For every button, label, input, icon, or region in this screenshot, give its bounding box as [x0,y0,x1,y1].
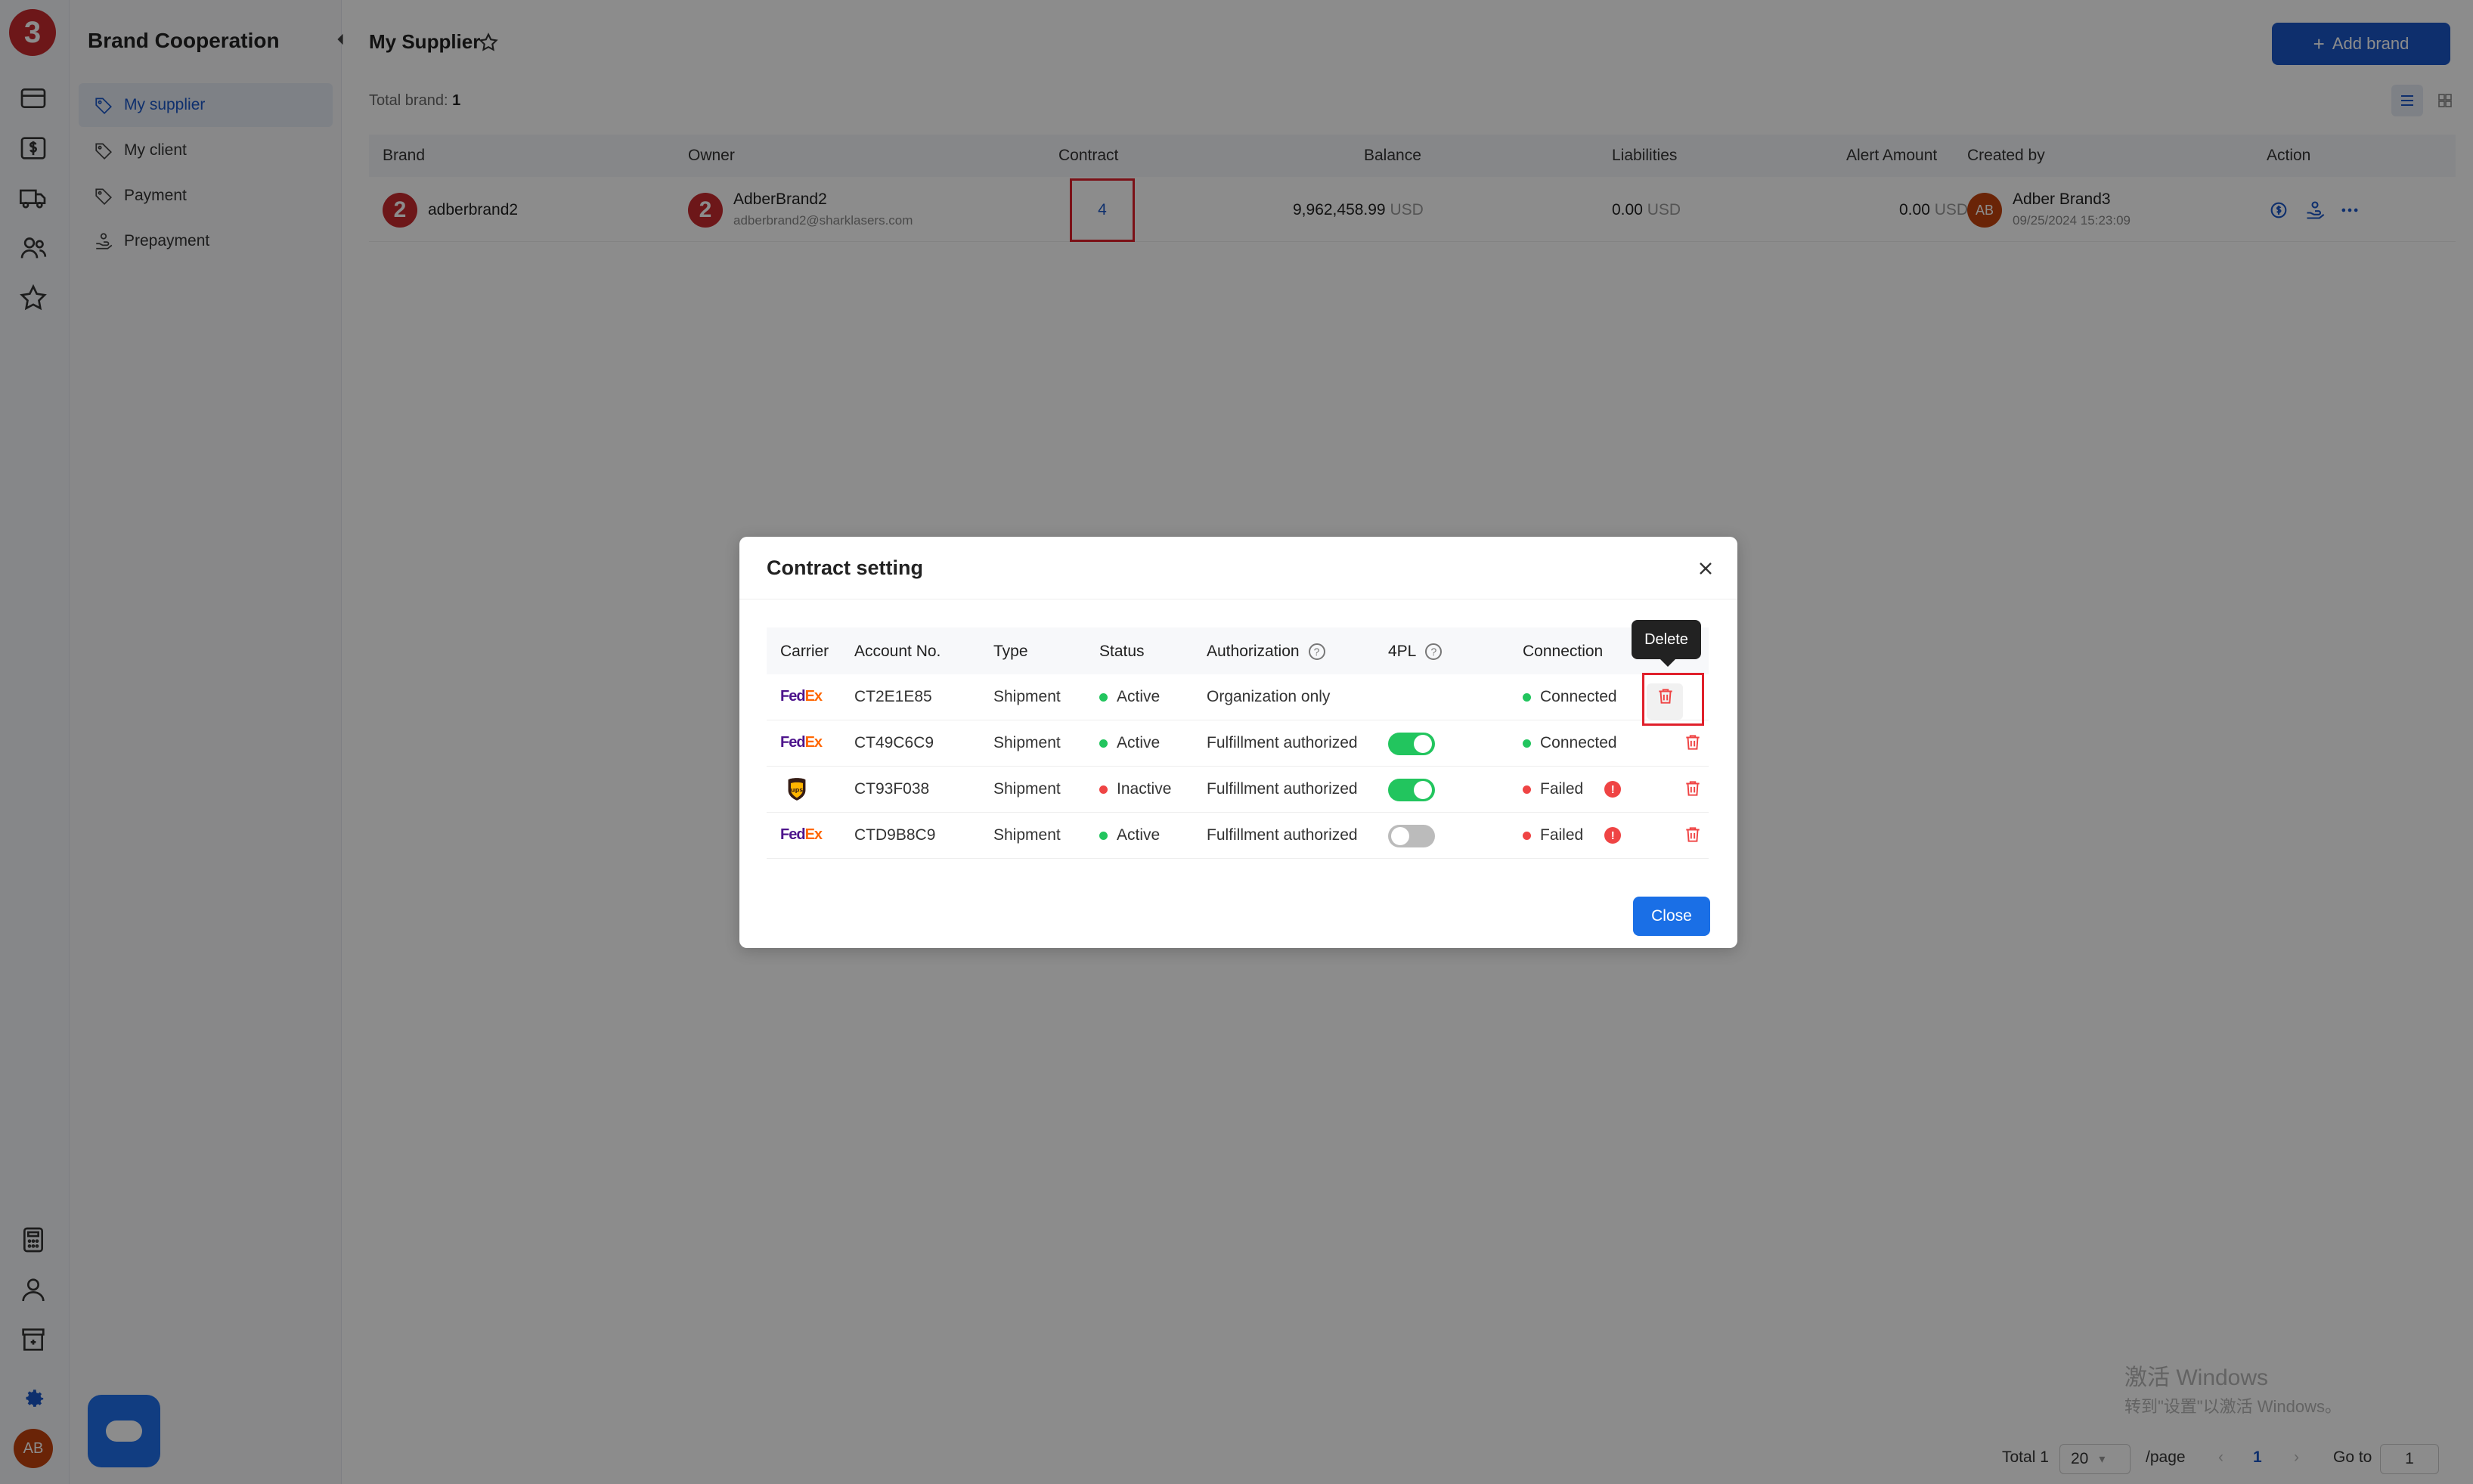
status-label: Active [1117,734,1161,751]
connection-dot-icon [1523,831,1531,840]
status-label: Active [1117,826,1161,844]
delete-trash-icon[interactable] [1683,825,1703,846]
connection-dot-icon [1523,785,1531,794]
fedex-logo: FedEx [780,826,823,843]
col-authorization-label: Authorization [1207,643,1300,660]
connection-label: Connected [1540,734,1617,751]
contract-setting-dialog: Contract setting Carrier Account No. Typ… [739,537,1737,948]
help-icon[interactable]: ? [1425,643,1443,661]
help-icon[interactable]: ? [1308,643,1325,661]
status: Active [1099,734,1160,752]
col-account-no: Account No. [854,643,941,660]
ups-logo: ups [786,777,807,801]
delete-tooltip: Delete [1632,620,1701,667]
fedex-logo: FedEx [780,688,823,705]
connection-label: Failed [1540,780,1584,798]
account-no: CT93F038 [854,780,930,798]
contract-row: FedEx CT49C6C9 Shipment Active Fulfillme… [767,720,1709,767]
authorization: Fulfillment authorized [1207,780,1358,798]
connection-label: Connected [1540,688,1617,705]
col-4pl-label: 4PL [1388,643,1417,660]
connection: Connected [1523,734,1617,752]
connection-dot-icon [1523,692,1531,702]
connection-dot-icon [1523,739,1531,748]
account-no: CTD9B8C9 [854,826,936,844]
status-dot-icon [1099,692,1108,702]
type: Shipment [993,734,1061,751]
4pl-toggle[interactable] [1388,779,1435,801]
warning-icon[interactable]: ! [1604,827,1622,844]
authorization: Fulfillment authorized [1207,734,1358,751]
contract-table-header: Carrier Account No. Type Status Authoriz… [767,627,1709,674]
status-label: Active [1117,688,1161,705]
status-dot-icon [1099,785,1108,794]
col-authorization: Authorization? [1207,643,1325,661]
status-dot-icon [1099,739,1108,748]
col-type: Type [993,643,1028,660]
status-label: Inactive [1117,780,1172,798]
type: Shipment [993,826,1061,844]
close-icon[interactable] [1695,558,1716,579]
account-no: CT2E1E85 [854,688,932,705]
status-dot-icon [1099,831,1108,840]
status: Active [1099,826,1160,844]
status: Inactive [1099,780,1171,798]
connection-label: Failed [1540,826,1584,844]
status: Active [1099,688,1160,706]
account-no: CT49C6C9 [854,734,934,751]
connection: Connected [1523,688,1617,706]
delete-trash-icon[interactable] [1683,779,1703,800]
fedex-logo: FedEx [780,734,823,751]
col-4pl: 4PL? [1388,643,1443,661]
dialog-title: Contract setting [767,556,924,579]
contract-row: FedEx CTD9B8C9 Shipment Active Fulfillme… [767,813,1709,859]
close-button[interactable]: Close [1633,897,1710,936]
connection: Failed! [1523,780,1622,798]
svg-text:ups: ups [791,786,803,793]
contract-row: ups CT93F038 Shipment Inactive Fulfillme… [767,767,1709,813]
type: Shipment [993,688,1061,705]
col-carrier: Carrier [780,643,829,660]
col-status: Status [1099,643,1145,660]
authorization: Organization only [1207,688,1331,705]
col-connection: Connection [1523,643,1604,660]
delete-highlight-box [1642,673,1704,726]
4pl-toggle[interactable] [1388,825,1435,847]
delete-trash-icon[interactable] [1683,733,1703,754]
connection: Failed! [1523,826,1622,844]
contract-row: FedEx CT2E1E85 Shipment Active Organizat… [767,674,1709,720]
warning-icon[interactable]: ! [1604,781,1622,798]
type: Shipment [993,780,1061,798]
4pl-toggle[interactable] [1388,733,1435,755]
authorization: Fulfillment authorized [1207,826,1358,844]
